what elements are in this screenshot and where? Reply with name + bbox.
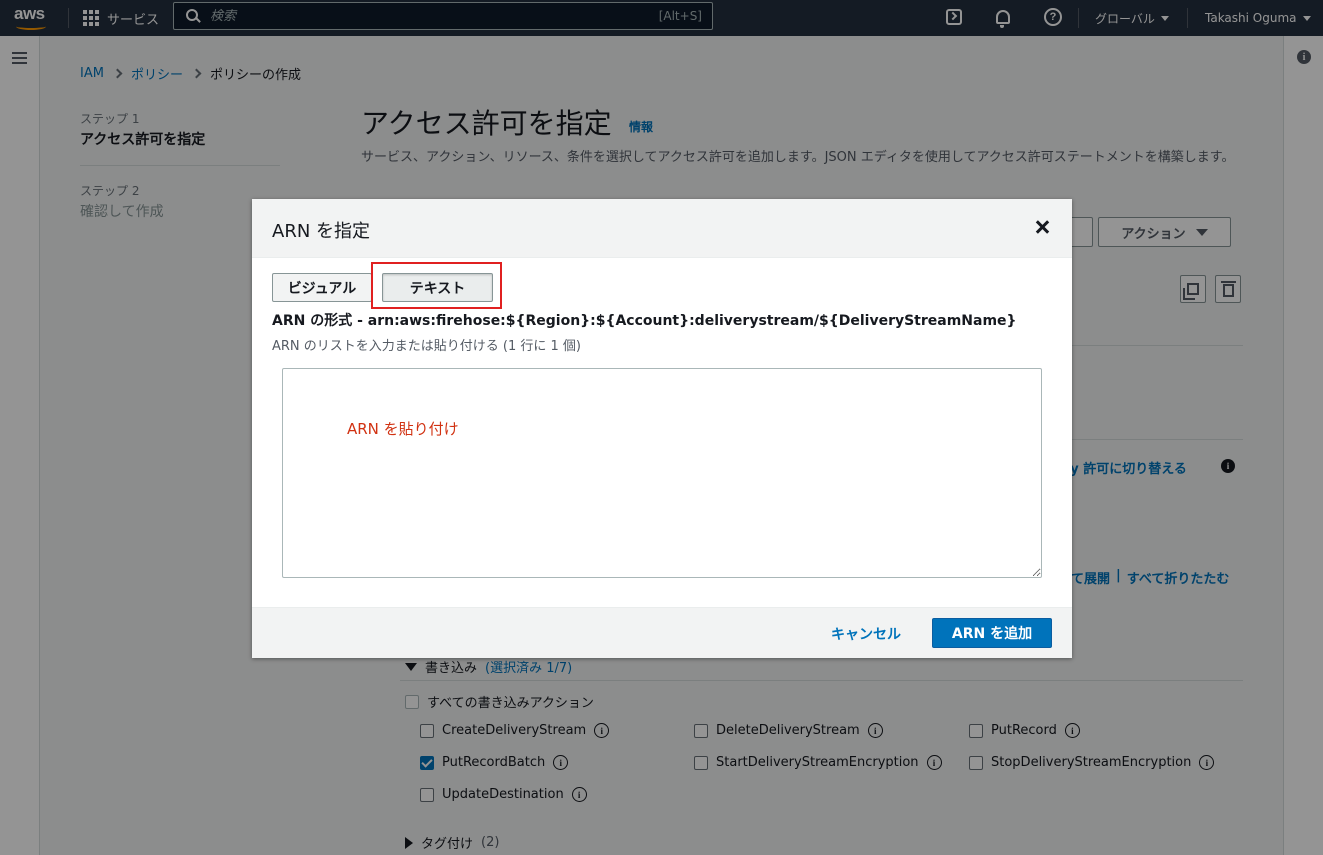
arn-format-label: ARN の形式 - arn:aws:firehose:${Region}:${A… xyxy=(272,313,1017,329)
add-arn-button[interactable]: ARN を追加 xyxy=(932,618,1052,648)
modal-footer: キャンセル ARN を追加 xyxy=(252,607,1072,658)
tab-visual-label: ビジュアル xyxy=(287,280,357,297)
close-icon[interactable] xyxy=(1034,219,1050,235)
arn-textarea[interactable] xyxy=(282,368,1042,578)
cancel-button[interactable]: キャンセル xyxy=(831,624,901,644)
tab-visual[interactable]: ビジュアル xyxy=(272,273,372,302)
highlight-annotation-box xyxy=(371,262,502,309)
modal-title: ARN を指定 xyxy=(272,221,371,242)
modal-header: ARN を指定 xyxy=(252,199,1072,258)
specify-arn-modal: ARN を指定 ビジュアル テキスト ARN の形式 - arn:aws:fir… xyxy=(252,199,1072,658)
arn-input-hint: ARN のリストを入力または貼り付ける (1 行に 1 個) xyxy=(272,339,581,354)
